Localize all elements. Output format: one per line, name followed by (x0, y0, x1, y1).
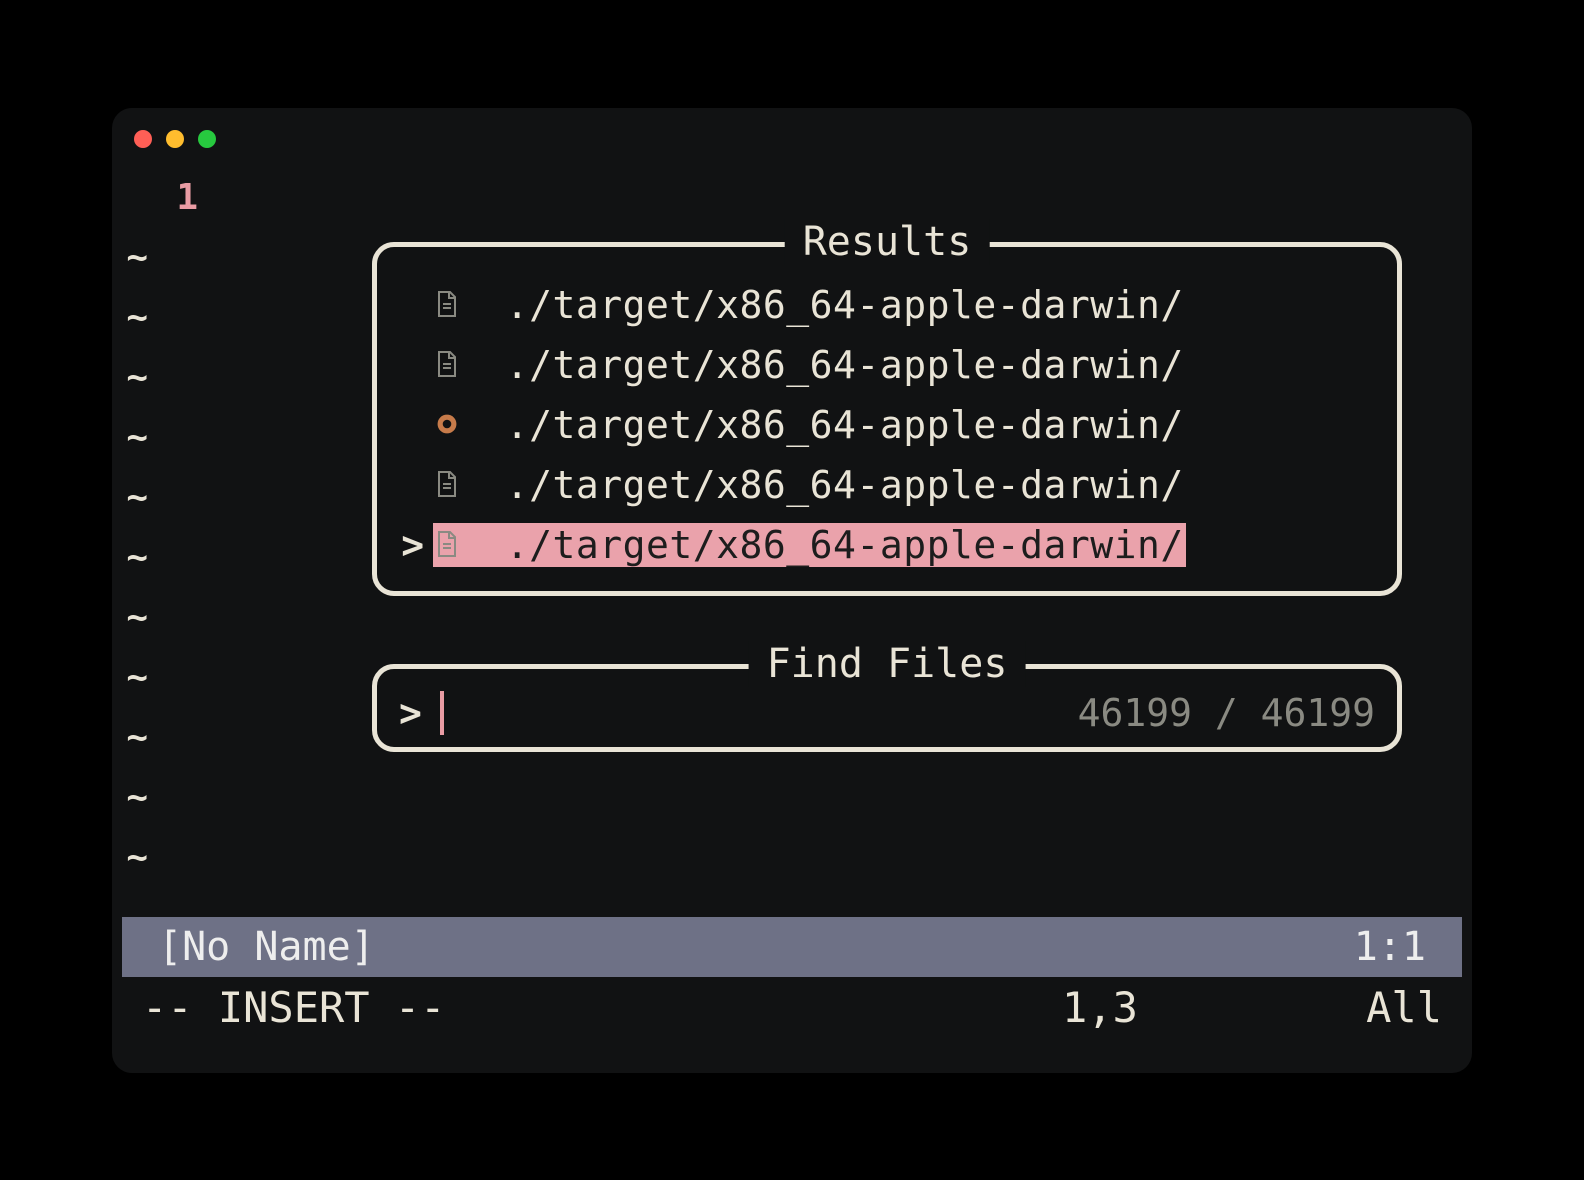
result-row[interactable]: ./target/x86_64-apple-darwin/ (387, 455, 1387, 515)
empty-line-marker: ~ (122, 528, 232, 588)
find-title: Find Files (749, 641, 1026, 687)
empty-line-marker: ~ (122, 408, 232, 468)
status-bar: [No Name] 1:1 (122, 917, 1462, 977)
selection-pointer-icon: > (393, 523, 433, 567)
rust-icon (435, 403, 459, 447)
file-icon (435, 523, 459, 567)
mode-line: -- INSERT -- 1,3 All (122, 979, 1462, 1037)
result-path: ./target/x86_64-apple-darwin/ (506, 523, 1184, 567)
results-title: Results (785, 219, 990, 265)
editor-mode: -- INSERT -- (142, 983, 1062, 1032)
cursor-position: 1:1 (1354, 924, 1426, 970)
empty-line-marker: ~ (122, 288, 232, 348)
window-traffic-lights (112, 126, 1472, 158)
empty-line-marker: ~ (122, 768, 232, 828)
zoom-icon[interactable] (198, 130, 216, 148)
file-icon (435, 343, 459, 387)
result-row[interactable]: ./target/x86_64-apple-darwin/ (387, 275, 1387, 335)
result-row[interactable]: > ./target/x86_64-apple-darwin/ (387, 515, 1387, 575)
buffer-name: [No Name] (158, 924, 375, 970)
prompt-glyph: > (399, 691, 422, 735)
file-icon (435, 283, 459, 327)
empty-line-marker: ~ (122, 468, 232, 528)
result-row[interactable]: ./target/x86_64-apple-darwin/ (387, 395, 1387, 455)
close-icon[interactable] (134, 130, 152, 148)
text-cursor (440, 691, 444, 735)
results-list: ./target/x86_64-apple-darwin/ ./target/x… (387, 275, 1387, 575)
result-path: ./target/x86_64-apple-darwin/ (506, 343, 1184, 387)
empty-line-marker: ~ (122, 228, 232, 288)
empty-line-marker: ~ (122, 708, 232, 768)
empty-line-marker: ~ (122, 588, 232, 648)
telescope-prompt: Find Files > 46199 / 46199 (372, 664, 1402, 752)
terminal-window: 1~~~~~~~~~~~ Results ./target/x86_64-app… (112, 108, 1472, 1073)
line-col: 1,3 (1062, 983, 1322, 1032)
result-path: ./target/x86_64-apple-darwin/ (506, 283, 1184, 327)
scroll-pct: All (1322, 983, 1442, 1032)
empty-line-marker: ~ (122, 348, 232, 408)
result-path: ./target/x86_64-apple-darwin/ (506, 403, 1184, 447)
empty-line-marker: ~ (122, 828, 232, 888)
result-row[interactable]: ./target/x86_64-apple-darwin/ (387, 335, 1387, 395)
file-icon (435, 463, 459, 507)
result-count: 46199 / 46199 (1078, 691, 1375, 735)
minimize-icon[interactable] (166, 130, 184, 148)
empty-line-marker: ~ (122, 648, 232, 708)
telescope-results: Results ./target/x86_64-apple-darwin/ ./… (372, 242, 1402, 596)
line-number: 1 (122, 168, 232, 228)
result-path: ./target/x86_64-apple-darwin/ (506, 463, 1184, 507)
